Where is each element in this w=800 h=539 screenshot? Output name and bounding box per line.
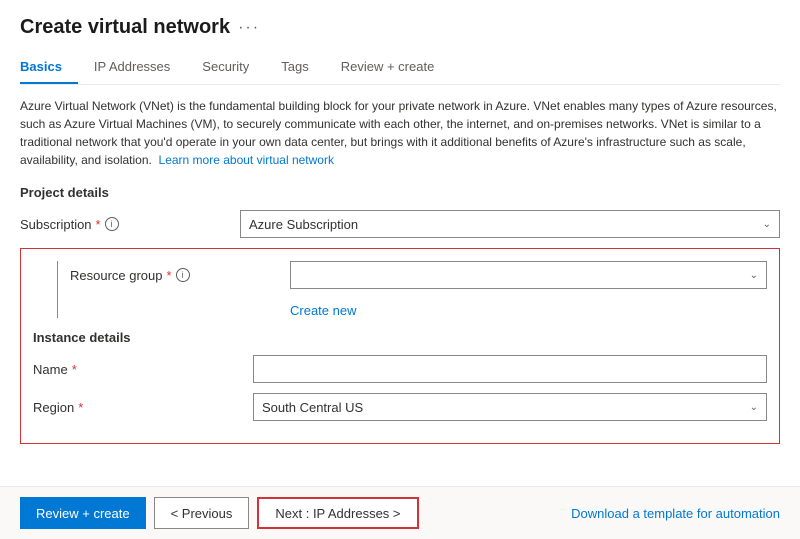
next-button[interactable]: Next : IP Addresses > [257,497,418,529]
name-input[interactable] [253,355,767,383]
resource-group-chevron-icon: ⌄ [750,270,758,281]
previous-button[interactable]: < Previous [154,497,250,529]
page-title: Create virtual network [20,16,230,39]
resource-group-required-star: * [167,268,172,283]
subscription-chevron-icon: ⌄ [763,219,771,230]
review-create-button[interactable]: Review + create [20,497,146,529]
name-required-star: * [72,362,77,377]
download-template-link[interactable]: Download a template for automation [571,506,780,521]
name-control [253,355,767,383]
resource-group-fields: Resource group * i ⌄ Create new [70,261,767,318]
name-row: Name * [33,355,767,383]
instance-details-section: Instance details Name * Region * [33,330,767,421]
name-label: Name * [33,362,253,377]
project-details-title: Project details [20,185,780,200]
tab-basics[interactable]: Basics [20,51,78,84]
resource-group-control: ⌄ [290,261,767,289]
subscription-dropdown[interactable]: Azure Subscription ⌄ [240,210,780,238]
indent-line [57,261,58,318]
tab-bar: Basics IP Addresses Security Tags Review… [20,51,780,85]
resource-group-row: Resource group * i ⌄ [70,261,767,289]
region-row: Region * South Central US ⌄ [33,393,767,421]
required-fields-container: Resource group * i ⌄ Create new [20,248,780,444]
region-dropdown[interactable]: South Central US ⌄ [253,393,767,421]
subscription-required-star: * [96,217,101,232]
ellipsis-menu-button[interactable]: ··· [238,19,260,37]
description-text: Azure Virtual Network (VNet) is the fund… [20,97,780,169]
instance-details-title: Instance details [33,330,767,345]
tab-security[interactable]: Security [186,51,265,84]
subscription-info-icon[interactable]: i [105,217,119,231]
region-label: Region * [33,400,253,415]
tab-tags[interactable]: Tags [265,51,324,84]
region-control: South Central US ⌄ [253,393,767,421]
resource-group-label: Resource group * i [70,268,290,283]
region-chevron-icon: ⌄ [750,402,758,413]
learn-more-link[interactable]: Learn more about virtual network [159,153,334,167]
create-new-link[interactable]: Create new [290,303,356,318]
footer: Review + create < Previous Next : IP Add… [0,486,800,539]
tab-review-create[interactable]: Review + create [325,51,451,84]
main-content: Azure Virtual Network (VNet) is the fund… [0,85,800,486]
resource-group-dropdown[interactable]: ⌄ [290,261,767,289]
resource-group-section: Resource group * i ⌄ Create new [33,261,767,318]
region-required-star: * [78,400,83,415]
subscription-control: Azure Subscription ⌄ [240,210,780,238]
resource-group-info-icon[interactable]: i [176,268,190,282]
subscription-label: Subscription * i [20,217,240,232]
tab-ip-addresses[interactable]: IP Addresses [78,51,186,84]
subscription-row: Subscription * i Azure Subscription ⌄ [20,210,780,238]
